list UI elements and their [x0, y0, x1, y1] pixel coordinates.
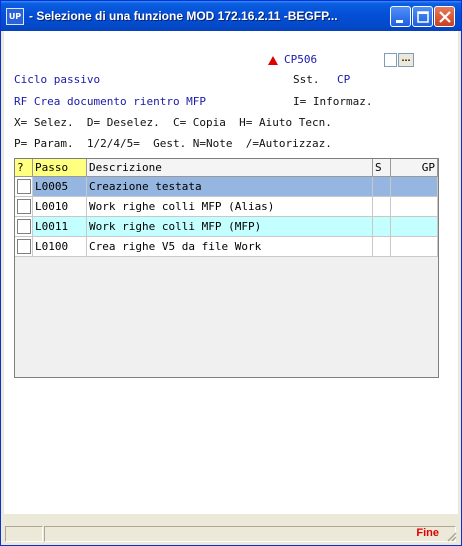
status-cell: [5, 526, 43, 542]
sst-label: Sst.: [293, 73, 320, 86]
info-legend: I= Informaz.: [293, 95, 373, 108]
resize-grip-icon[interactable]: [445, 530, 457, 542]
ciclo-label: Ciclo passivo: [14, 73, 101, 86]
status-bar: Fine: [4, 525, 458, 543]
s-cell: [373, 237, 391, 257]
maximize-button[interactable]: [412, 6, 433, 27]
legend-line-2: P= Param. 1/2/4/5= Gest. N=Note /=Autori…: [14, 137, 332, 150]
passo-cell: L0011: [33, 217, 87, 237]
row-checkbox[interactable]: [17, 179, 31, 194]
row-select-cell[interactable]: [15, 237, 33, 257]
row-select-cell[interactable]: [15, 217, 33, 237]
row-select-cell[interactable]: [15, 197, 33, 217]
content-area: CP506 ... Ciclo passivo Sst. CP RF Crea …: [4, 31, 458, 541]
descrizione-cell: Work righe colli MFP (MFP): [87, 217, 373, 237]
close-button[interactable]: [434, 6, 455, 27]
row-checkbox[interactable]: [17, 199, 31, 214]
row-select-cell[interactable]: [15, 177, 33, 197]
descrizione-cell: Crea righe V5 da file Work: [87, 237, 373, 257]
lookup-checkbox[interactable]: [384, 53, 397, 67]
col-header-gp[interactable]: GP: [391, 159, 438, 177]
main-window: UP - Selezione di una funzione MOD 172.1…: [0, 0, 462, 546]
table-row[interactable]: L0100 Crea righe V5 da file Work: [15, 237, 438, 257]
table-row[interactable]: L0005 Creazione testata: [15, 177, 438, 197]
warning-triangle-icon: [268, 56, 278, 65]
table-row[interactable]: L0010 Work righe colli MFP (Alias): [15, 197, 438, 217]
maximize-icon: [417, 11, 429, 23]
s-cell: [373, 197, 391, 217]
descrizione-cell: Work righe colli MFP (Alias): [87, 197, 373, 217]
col-header-passo[interactable]: Passo: [33, 159, 87, 177]
passo-cell: L0100: [33, 237, 87, 257]
gp-cell: [391, 197, 438, 217]
window-title: - Selezione di una funzione MOD 172.16.2…: [29, 9, 338, 23]
gp-cell: [391, 237, 438, 257]
function-code: CP506: [284, 53, 318, 66]
status-cell: [44, 526, 456, 542]
col-header-s[interactable]: S: [373, 159, 391, 177]
col-header-descrizione[interactable]: Descrizione: [87, 159, 373, 177]
passo-cell: L0010: [33, 197, 87, 217]
table-row[interactable]: L0011 Work righe colli MFP (MFP): [15, 217, 438, 237]
grid-empty-area: [15, 277, 438, 377]
sst-value: CP: [337, 73, 351, 86]
s-cell: [373, 217, 391, 237]
col-header-select[interactable]: ?: [15, 159, 33, 177]
status-fine: Fine: [416, 527, 439, 539]
title-bar[interactable]: UP - Selezione di una funzione MOD 172.1…: [1, 1, 461, 31]
passo-cell: L0005: [33, 177, 87, 197]
row-checkbox[interactable]: [17, 239, 31, 254]
row-checkbox[interactable]: [17, 219, 31, 234]
s-cell: [373, 177, 391, 197]
minimize-button[interactable]: [390, 6, 411, 27]
function-grid[interactable]: ? Passo Descrizione S GP L0005 Creazione…: [14, 158, 439, 378]
legend-line-1: X= Selez. D= Deselez. C= Copia H= Aiuto …: [14, 116, 332, 129]
descrizione-cell: Creazione testata: [87, 177, 373, 197]
app-icon: UP: [6, 8, 24, 25]
lookup-button[interactable]: ...: [398, 53, 414, 67]
close-icon: [439, 11, 451, 23]
gp-cell: [391, 177, 438, 197]
minimize-icon: [396, 20, 403, 23]
function-description: RF Crea documento rientro MFP: [14, 95, 207, 108]
gp-cell: [391, 217, 438, 237]
